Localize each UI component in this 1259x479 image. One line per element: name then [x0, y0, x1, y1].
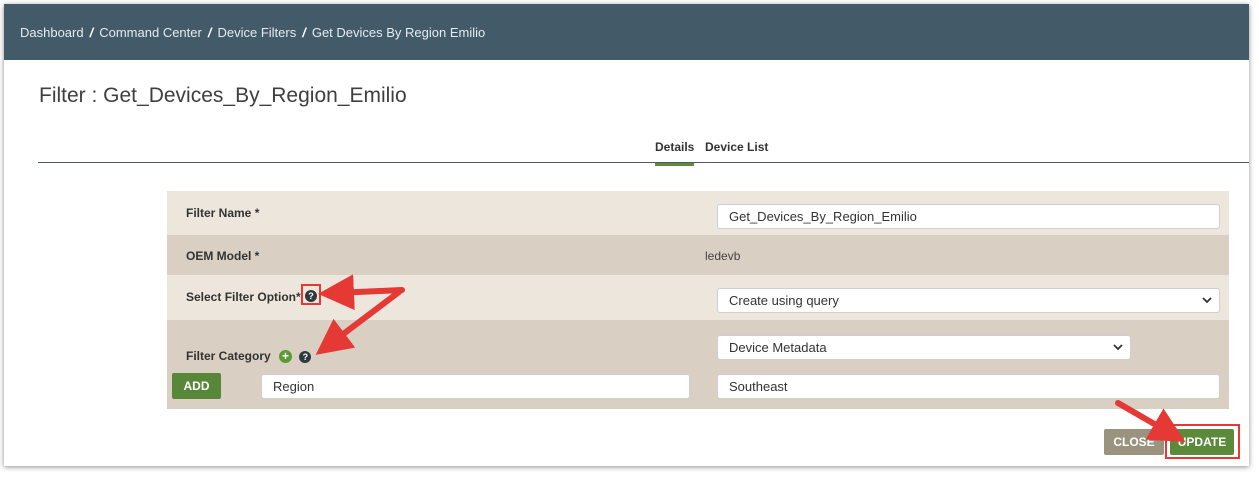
filter-name-input[interactable]: Get_Devices_By_Region_Emilio: [717, 204, 1220, 229]
add-category-button[interactable]: ADD: [172, 373, 221, 399]
oem-model-row: OEM Model * ledevb: [167, 235, 1229, 275]
app-window: Dashboard / Command Center / Device Filters /…: [4, 4, 1249, 466]
plus-circle-icon[interactable]: +: [279, 350, 293, 364]
breadcrumb-device-filters[interactable]: Device Filters: [217, 25, 296, 40]
filter-category-label: Filter Category + ?: [186, 349, 312, 364]
close-button[interactable]: CLOSE: [1104, 429, 1164, 455]
filter-form: Filter Name * Get_Devices_By_Region_Emil…: [167, 191, 1229, 409]
filter-name-label: Filter Name *: [186, 206, 260, 220]
oem-model-label: OEM Model *: [186, 249, 260, 263]
chevron-down-icon: [1113, 344, 1123, 351]
filter-option-row: Select Filter Option* ? Create using que…: [167, 275, 1229, 320]
breadcrumb-dashboard[interactable]: Dashboard: [20, 25, 84, 40]
filter-category-selected: Device Metadata: [729, 340, 827, 355]
filter-option-label: Select Filter Option*: [186, 290, 301, 304]
oem-model-value: ledevb: [705, 249, 741, 263]
chevron-down-icon: [1202, 297, 1212, 304]
category-key-input[interactable]: Region: [261, 374, 690, 399]
filter-category-label-text: Filter Category: [186, 349, 271, 363]
category-value-input[interactable]: Southeast: [717, 374, 1220, 399]
update-button[interactable]: UPDATE: [1170, 429, 1234, 455]
tab-bar: Details Device List: [38, 133, 1249, 166]
breadcrumb-separator: /: [302, 25, 306, 40]
breadcrumb-current: Get Devices By Region Emilio: [311, 25, 486, 40]
filter-category-select[interactable]: Device Metadata: [717, 335, 1131, 360]
breadcrumb-separator: /: [89, 25, 94, 40]
breadcrumb: Dashboard / Command Center / Device Filters /…: [20, 25, 485, 40]
filter-option-selected: Create using query: [729, 293, 839, 308]
question-circle-icon[interactable]: ?: [305, 290, 317, 302]
filter-name-row: Filter Name * Get_Devices_By_Region_Emil…: [167, 191, 1229, 235]
question-circle-icon[interactable]: ?: [299, 350, 312, 363]
tab-device-list[interactable]: Device List: [705, 140, 768, 154]
page-title: Filter : Get_Devices_By_Region_Emilio: [39, 84, 407, 107]
breadcrumb-separator: /: [207, 25, 212, 40]
tab-details[interactable]: Details: [655, 140, 695, 166]
filter-option-select[interactable]: Create using query: [717, 288, 1220, 313]
filter-category-row: Filter Category + ? Device Metadata ADD …: [167, 320, 1229, 409]
top-bar: Dashboard / Command Center / Device Filters /…: [4, 4, 1249, 60]
breadcrumb-command-center[interactable]: Command Center: [99, 25, 202, 40]
